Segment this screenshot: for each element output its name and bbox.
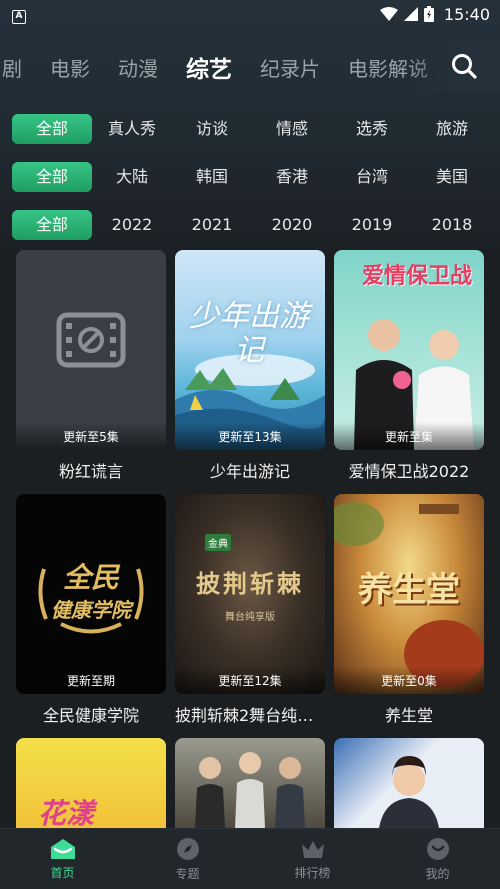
- nav-label: 首页: [50, 865, 75, 880]
- poster-image: [175, 738, 325, 828]
- episode-badge: 更新至期: [16, 666, 166, 694]
- tab-movie[interactable]: 电影: [36, 53, 104, 82]
- year-chip[interactable]: 2019: [332, 210, 412, 240]
- genre-chip[interactable]: 旅游: [412, 114, 492, 144]
- poster-image: 花漾: [16, 738, 166, 828]
- card-title: 全民健康学院: [42, 706, 139, 725]
- poster-image: 爱情保卫战 更新至集: [334, 250, 484, 450]
- card-title: 爱情保卫战2022: [348, 462, 470, 481]
- card-title: 养生堂: [384, 706, 433, 725]
- show-card[interactable]: 养生堂 更新至0集 养生堂: [334, 494, 484, 726]
- region-chip-all[interactable]: 全部: [12, 162, 92, 192]
- signal-icon: [403, 7, 418, 21]
- genre-chip[interactable]: 访谈: [172, 114, 252, 144]
- poster-art: [379, 756, 439, 828]
- poster-image: [334, 738, 484, 828]
- nav-topics[interactable]: 专题: [125, 829, 250, 889]
- year-chip-all[interactable]: 全部: [12, 210, 92, 240]
- poster-title: 花漾: [38, 797, 95, 828]
- tab-drama[interactable]: 剧: [0, 53, 36, 82]
- episode-badge: 更新至5集: [16, 422, 166, 450]
- poster-title: 少年出游记: [189, 299, 309, 368]
- bottom-navigation: 首页 专题 排行榜 我的: [0, 828, 500, 889]
- genre-chip[interactable]: 情感: [252, 114, 332, 144]
- show-card[interactable]: [175, 738, 325, 828]
- poster-title: 爱情保卫战: [362, 264, 473, 289]
- search-icon[interactable]: [450, 52, 478, 80]
- poster-title: 养生堂: [358, 570, 460, 610]
- year-filter-row: 全部 2022 2021 2020 2019 2018: [12, 209, 492, 241]
- tab-documentary[interactable]: 纪录片: [246, 53, 334, 82]
- poster-title: 披荆斩棘: [196, 570, 304, 598]
- region-chip[interactable]: 韩国: [172, 162, 252, 192]
- region-chip[interactable]: 大陆: [92, 162, 172, 192]
- poster-image: 全民 健康学院 更新至期: [16, 494, 166, 694]
- poster-image: 少年出游记 更新至13集: [175, 250, 325, 450]
- compass-icon: [176, 837, 199, 860]
- poster-tag: 金典: [205, 534, 231, 551]
- poster-logo: 全民: [62, 561, 119, 594]
- show-card[interactable]: 全民 健康学院 更新至期 全民健康学院: [16, 494, 166, 726]
- genre-filter-row: 全部 真人秀 访谈 情感 选秀 旅游: [12, 113, 492, 145]
- episode-badge: 更新至集: [334, 422, 484, 450]
- app-notification-icon: A: [12, 10, 26, 24]
- nav-ranking[interactable]: 排行榜: [250, 829, 375, 889]
- poster-subtitle: 舞台纯享版: [225, 612, 275, 623]
- year-chip[interactable]: 2020: [252, 210, 332, 240]
- show-card[interactable]: [334, 738, 484, 828]
- poster-title: 健康学院: [51, 598, 131, 622]
- status-bar: A 15:40: [0, 0, 500, 28]
- year-chip[interactable]: 2022: [92, 210, 172, 240]
- nav-label: 专题: [175, 866, 200, 881]
- show-card[interactable]: 更新至5集 粉红谎言: [16, 250, 166, 482]
- poster-placeholder: 更新至5集: [16, 250, 166, 450]
- nav-label: 排行榜: [294, 865, 331, 880]
- clock: 15:40: [443, 4, 490, 24]
- card-title: 披荆斩棘2舞台纯享版: [175, 706, 325, 725]
- film-placeholder-icon: [56, 312, 126, 368]
- show-card[interactable]: 爱情保卫战 更新至集 爱情保卫战2022: [334, 250, 484, 482]
- episode-badge: 更新至13集: [175, 422, 325, 450]
- card-title: 粉红谎言: [58, 462, 123, 481]
- episode-badge: 更新至0集: [334, 666, 484, 694]
- battery-icon: [423, 6, 434, 22]
- region-chip[interactable]: 美国: [412, 162, 492, 192]
- region-filter-row: 全部 大陆 韩国 香港 台湾 美国: [12, 161, 492, 193]
- wifi-icon: [379, 7, 398, 21]
- tab-variety[interactable]: 综艺: [172, 50, 246, 84]
- card-title: 少年出游记: [209, 462, 290, 481]
- genre-chip-all[interactable]: 全部: [12, 114, 92, 144]
- nav-home[interactable]: 首页: [0, 829, 125, 889]
- home-icon: [50, 838, 75, 859]
- region-chip[interactable]: 台湾: [332, 162, 412, 192]
- year-chip[interactable]: 2021: [172, 210, 252, 240]
- poster-art: [195, 752, 305, 828]
- nav-profile[interactable]: 我的: [375, 829, 500, 889]
- region-chip[interactable]: 香港: [252, 162, 332, 192]
- genre-chip[interactable]: 真人秀: [92, 114, 172, 144]
- episode-badge: 更新至12集: [175, 666, 325, 694]
- crown-icon: [301, 840, 324, 858]
- show-card[interactable]: 花漾: [16, 738, 166, 828]
- poster-image: 金典 披荆斩棘 舞台纯享版 更新至12集: [175, 494, 325, 694]
- genre-chip[interactable]: 选秀: [332, 114, 412, 144]
- nav-label: 我的: [425, 866, 450, 881]
- poster-image: 养生堂 更新至0集: [334, 494, 484, 694]
- tab-anime[interactable]: 动漫: [104, 53, 172, 82]
- show-card[interactable]: 少年出游记 更新至13集 少年出游记: [175, 250, 325, 482]
- show-card[interactable]: 金典 披荆斩棘 舞台纯享版 更新至12集 披荆斩棘2舞台纯享版: [175, 494, 325, 726]
- profile-icon: [426, 837, 449, 860]
- year-chip[interactable]: 2018: [412, 210, 492, 240]
